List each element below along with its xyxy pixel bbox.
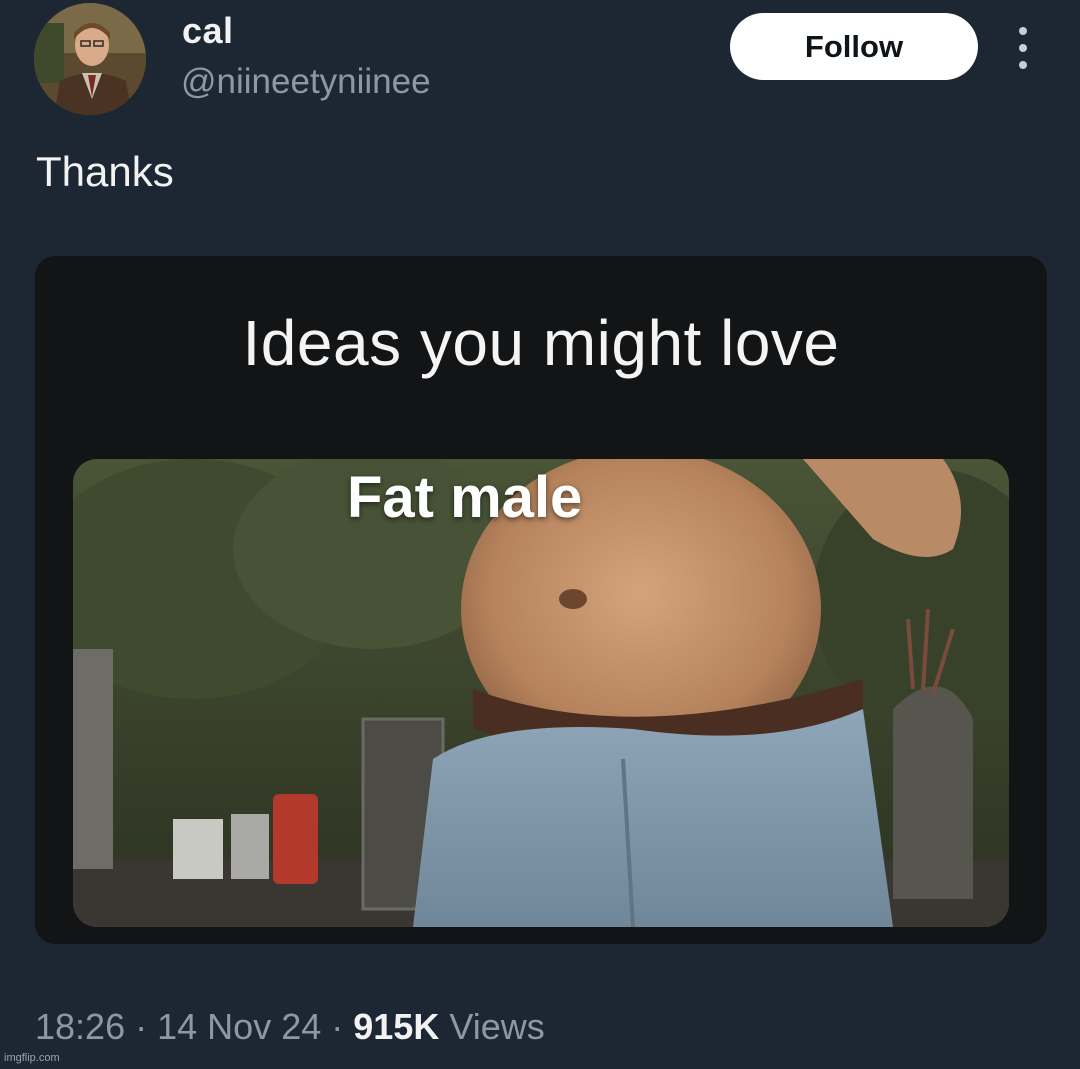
views-count: 915K [353,1006,440,1047]
tweet-date[interactable]: 14 Nov 24 [157,1006,321,1047]
watermark: imgflip.com [4,1052,60,1064]
follow-button[interactable]: Follow [730,13,978,80]
more-options-icon[interactable] [1006,27,1040,69]
more-dot [1019,27,1027,35]
tile-caption: Fat male [347,465,583,530]
avatar-photo [34,3,146,115]
display-name[interactable]: cal [182,10,234,52]
avatar[interactable] [34,3,146,115]
tweet-media[interactable]: Ideas you might love Fat male [35,256,1047,944]
user-handle[interactable]: @niineetyniinee [181,62,431,102]
tweet-time[interactable]: 18:26 [35,1006,125,1047]
tweet-text: Thanks [36,148,174,195]
views-label: Views [449,1006,545,1047]
meta-separator: · [135,1006,148,1047]
more-dot [1019,44,1027,52]
more-dot [1019,61,1027,69]
tweet-meta: 18:26 · 14 Nov 24 · 915K Views [35,1006,545,1048]
tweet-screenshot: cal @niineetyniinee Follow Thanks Ideas … [0,0,1080,1069]
meta-separator: · [331,1006,344,1047]
media-heading: Ideas you might love [242,307,840,379]
